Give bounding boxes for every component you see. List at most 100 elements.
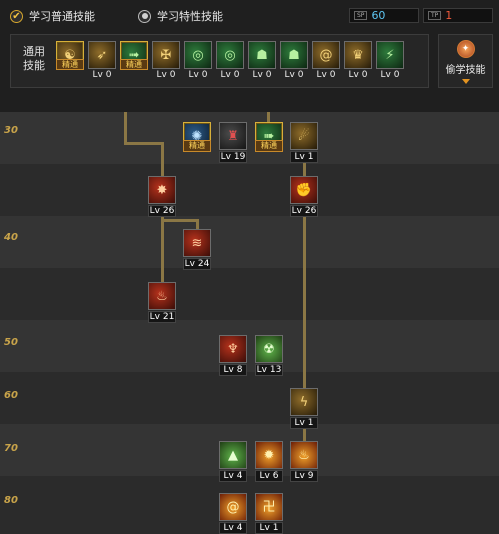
fire-fist-icon: ✊ [295,182,313,198]
level-row [0,372,499,424]
skill-panel-header: ✔ 学习普通技能 学习特性技能 SP 60 TP 1 通用技能 ☯ 精通 ➶ Lv 0… [0,0,499,112]
skill-slot[interactable]: @ Lv 0 [312,41,340,81]
connector-line [161,219,199,222]
skill-level-label: Lv 1 [290,417,318,429]
skill-slot[interactable]: ⚡ Lv 0 [376,41,404,81]
skill-slot[interactable]: ✹ Lv 6 [255,441,283,482]
radio-icon [138,9,151,23]
skill-slot[interactable]: ☄ Lv 1 [290,122,318,163]
lightning-strike-icon: ϟ [299,394,309,410]
skill-slot[interactable]: ♨ Lv 9 [290,441,318,482]
skill-slot[interactable]: ♜ Lv 19 [219,122,247,163]
skill-icon-frame: ✊ [290,176,318,204]
skill-slot[interactable]: ☗ Lv 0 [248,41,276,81]
skill-slot[interactable]: ☗ Lv 0 [280,41,308,81]
skill-level-label: Lv 1 [255,522,283,534]
flame-spirit-icon: ♆ [227,341,239,357]
skill-icon-frame: @ [312,41,340,69]
level-row [0,216,499,268]
skill-level-label: Lv 8 [219,364,247,376]
connector-line [161,212,164,284]
skill-slot[interactable]: ◎ Lv 0 [184,41,212,81]
steal-skill-button[interactable]: ✦ 偷学技能 [438,34,493,88]
skill-slot[interactable]: ♛ Lv 0 [344,41,372,81]
skill-slot[interactable]: @ Lv 4 [219,493,247,534]
flame-dash-icon: ♨ [156,288,168,304]
flame-burst-icon: ✹ [263,447,275,463]
skill-slot[interactable]: ✠ Lv 0 [152,41,180,81]
skill-icon-frame: ♆ [219,335,247,363]
fury-rune-icon: 卍 [262,499,276,515]
level-row [0,268,499,320]
skill-slot[interactable]: ♨ Lv 21 [148,282,176,323]
skill-slot[interactable]: ✸ Lv 26 [148,176,176,217]
skill-slot[interactable]: ➠ 精通 [255,122,283,162]
skill-slot[interactable]: ϟ Lv 1 [290,388,318,429]
common-skills-list: ☯ 精通 ➶ Lv 0 ➟ 精通 ✠ Lv 0 ◎ Lv 0 ◎ Lv 0 ☗ Lv 0 ☗ Lv 0 @ Lv … [56,41,404,81]
skill-slot[interactable]: ☯ 精通 [56,41,84,81]
dropdown-arrow-icon [461,79,470,84]
skill-slot[interactable]: ☢ Lv 13 [255,335,283,376]
armored-warrior-icon: ♜ [227,128,239,144]
fire-spiral-icon: @ [226,499,240,515]
skill-level-label: Lv 0 [284,70,304,80]
skill-slot[interactable]: ≋ Lv 24 [183,229,211,270]
figure-icon: ☗ [256,47,268,63]
skill-icon-frame: ☄ [290,122,318,150]
skill-level-label: Lv 6 [255,470,283,482]
inferno-icon: ♨ [298,447,310,463]
skill-level-label: Lv 1 [290,151,318,163]
skill-icon-frame: ➶ [88,41,116,69]
tp-tag: TP [428,11,442,20]
skill-level-label: Lv 0 [380,70,400,80]
skill-slot[interactable]: 卍 Lv 1 [255,493,283,534]
level-label: 80 [4,495,18,506]
skill-slot[interactable]: ➶ Lv 0 [88,41,116,81]
level-row [0,320,499,372]
fire-pillar-icon: ▲ [228,447,238,463]
skill-level-label: Lv 26 [290,205,318,217]
swirl-icon: @ [319,47,333,63]
claw-slash-icon: ≋ [191,235,203,251]
skill-icon-frame: ☢ [255,335,283,363]
common-skills-panel: 通用技能 ☯ 精通 ➶ Lv 0 ➟ 精通 ✠ Lv 0 ◎ Lv 0 ◎ Lv 0 ☗ Lv 0 ☗ Lv … [10,34,429,88]
level-row [0,112,499,164]
skill-level-label: Lv 0 [316,70,336,80]
tab-special-skills[interactable]: 学习特性技能 [138,7,223,25]
level-row [0,164,499,216]
skill-icon-frame: ♨ [290,441,318,469]
level-label: 40 [4,232,18,243]
fire-kick-icon: ✸ [156,182,168,198]
skill-level-label: Lv 0 [188,70,208,80]
check-icon: ✔ [10,9,23,23]
skill-level-label: Lv 4 [219,522,247,534]
skill-icon-frame: ◎ [216,41,244,69]
skill-slot[interactable]: ♆ Lv 8 [219,335,247,376]
skill-slot[interactable]: ➟ 精通 [120,41,148,81]
skill-icon-frame: ♨ [148,282,176,310]
steal-skill-label: 偷学技能 [445,65,486,76]
leap-icon: ➶ [96,47,108,63]
skill-icon-frame: ☗ [248,41,276,69]
skill-level-label: 精通 [255,140,283,152]
skill-slot[interactable]: ✊ Lv 26 [290,176,318,217]
tab-normal-skills[interactable]: ✔ 学习普通技能 [10,7,95,25]
skill-slot[interactable]: ▲ Lv 4 [219,441,247,482]
connector-line [303,212,306,388]
skill-level-label: 精通 [120,59,148,70]
level-label: 30 [4,125,18,136]
strongman-icon: ♛ [352,47,364,63]
connector-line [124,142,164,145]
wings-icon: ✠ [160,47,172,63]
tab-label: 学习特性技能 [157,10,223,23]
skill-level-label: Lv 0 [220,70,240,80]
level-label: 50 [4,337,18,348]
connector-line [124,112,127,144]
skill-slot[interactable]: ◎ Lv 0 [216,41,244,81]
skill-icon-frame: ⚡ [376,41,404,69]
skill-level-label: Lv 13 [255,364,283,376]
skill-slot[interactable]: ✺ 精通 [183,122,211,162]
sp-tag: SP [354,11,368,20]
skill-icon-frame: 卍 [255,493,283,521]
skill-icon-frame: ♛ [344,41,372,69]
